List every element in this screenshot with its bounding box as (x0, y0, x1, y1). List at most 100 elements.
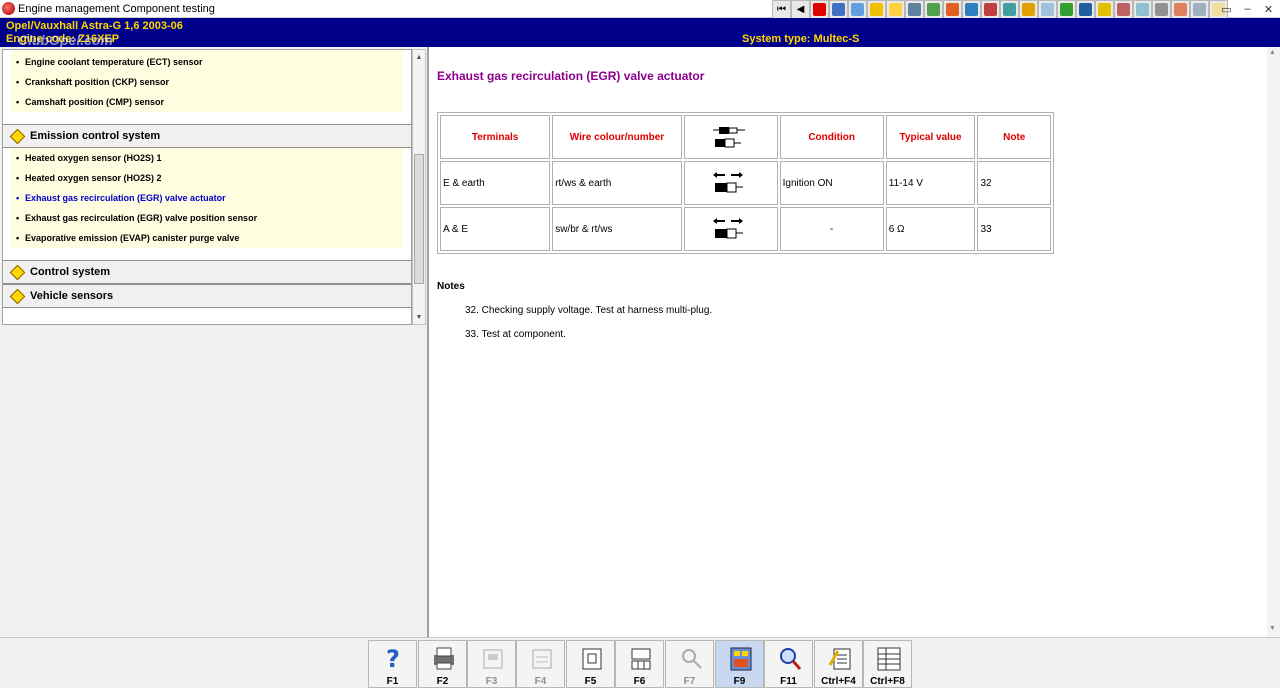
component-test-icon (730, 647, 752, 671)
ctrl-f8-list-button[interactable]: Ctrl+F8 (863, 640, 912, 688)
list-icon (877, 647, 901, 671)
f9-component-test-button[interactable]: F9 (715, 640, 764, 688)
f3-connector-button[interactable]: F3 (467, 640, 516, 688)
tree-item-evap-purge-valve[interactable]: • Evaporative emission (EVAP) canister pu… (16, 233, 239, 243)
bullet-icon: • (16, 97, 20, 107)
brakes-icon[interactable] (1019, 0, 1038, 19)
f7-probe-button[interactable]: F7 (665, 640, 714, 688)
lighting-icon[interactable] (1114, 0, 1133, 19)
emission-list: • Heated oxygen sensor (HO2S) 1 • Heated o… (11, 148, 403, 248)
scroll-down-icon[interactable]: ▼ (1269, 625, 1276, 632)
note-item: 32. Checking supply voltage. Test at har… (465, 305, 713, 316)
vehicle-model: Opel/Vauxhall Astra-G 1,6 2003-06 (6, 20, 183, 32)
wiring-icon[interactable] (943, 0, 962, 19)
col-connection-icon (683, 115, 778, 159)
ctrl-f4-notes-button[interactable]: Ctrl+F4 (814, 640, 863, 688)
timing-icon[interactable] (962, 0, 981, 19)
col-terminals: Terminals (440, 115, 551, 159)
fuel-icon[interactable] (1057, 0, 1076, 19)
tree-scrollbar[interactable]: ▲ ▼ (412, 49, 426, 325)
close-icon[interactable]: ✕ (1258, 0, 1279, 18)
group-vehicle-sensors[interactable]: Vehicle sensors (3, 284, 411, 308)
title-bar: Engine management Component testing ⏮ ◀ … (0, 0, 1280, 19)
tree-item-label: Camshaft position (CMP) sensor (25, 97, 165, 107)
warning-icon[interactable] (810, 0, 829, 19)
note-item: 33. Test at component. (465, 329, 566, 340)
service-icon[interactable] (867, 0, 886, 19)
scroll-thumb[interactable] (414, 154, 424, 284)
tyre-icon[interactable] (905, 0, 924, 19)
safety-icon[interactable] (1171, 0, 1190, 19)
notes-title: Notes (437, 281, 465, 292)
tree-item-ckp-sensor[interactable]: • Crankshaft position (CKP) sensor (16, 77, 169, 87)
scroll-down-icon[interactable]: ▼ (413, 312, 425, 324)
previous-page-icon[interactable]: ◀ (791, 0, 810, 19)
component-test-table: Terminals Wire colour/number Condition T… (437, 112, 1054, 254)
diagnostics-icon[interactable] (924, 0, 943, 19)
cell-value: 11-14 V (885, 161, 976, 205)
scroll-up-icon[interactable]: ▲ (1269, 49, 1276, 56)
f2-print-button[interactable]: F2 (418, 640, 467, 688)
fkey-label: F6 (633, 676, 646, 687)
bullet-icon: • (16, 77, 20, 87)
system-type: System type: Multec-S (742, 33, 860, 45)
group-label: Emission control system (30, 130, 161, 142)
scroll-up-icon[interactable]: ▲ (413, 52, 425, 64)
connector-measure-icon (712, 172, 743, 193)
collapsed-folder-icon (9, 264, 26, 281)
suspension-icon[interactable] (1133, 0, 1152, 19)
col-wire-colour: Wire colour/number (552, 115, 682, 159)
tree-item-egr-position-sensor[interactable]: • Exhaust gas recirculation (EGR) valve p… (16, 213, 258, 223)
minimize-icon[interactable]: – (1237, 0, 1258, 18)
fkey-label: Ctrl+F4 (821, 676, 856, 687)
content-scrollbar[interactable]: ▲ ▼ (1267, 47, 1280, 637)
f6-pin-data-button[interactable]: F6 (615, 640, 664, 688)
tree-item-ho2s-1[interactable]: • Heated oxygen sensor (HO2S) 1 (16, 153, 162, 163)
tree-item-ect-sensor[interactable]: • Engine coolant temperature (ECT) sensor (16, 57, 203, 67)
technical-data-icon[interactable] (829, 0, 848, 19)
group-emission-control[interactable]: Emission control system (3, 124, 411, 148)
watermark-logo: ClubOpel.com (18, 32, 113, 48)
svg-text:?: ? (386, 645, 400, 673)
electrical-icon[interactable] (886, 0, 905, 19)
tree-item-label: Exhaust gas recirculation (EGR) valve ac… (25, 193, 226, 203)
collapsed-folder-icon (9, 288, 26, 305)
fkey-label: F1 (386, 676, 399, 687)
tree-item-cmp-sensor[interactable]: • Camshaft position (CMP) sensor (16, 97, 165, 107)
adjustment-icon[interactable] (848, 0, 867, 19)
restore-icon[interactable]: ▭ (1216, 0, 1237, 18)
content-pane: Exhaust gas recirculation (EGR) valve ac… (427, 47, 1267, 637)
steering-icon[interactable] (1076, 0, 1095, 19)
f1-help-button[interactable]: ? F1 (368, 640, 417, 688)
navigation-panel: • Engine coolant temperature (ECT) sensor… (0, 47, 427, 637)
component-location-icon (582, 648, 602, 670)
f5-component-location-button[interactable]: F5 (566, 640, 615, 688)
body-icon[interactable] (1095, 0, 1114, 19)
f11-search-button[interactable]: F11 (764, 640, 813, 688)
engine-icon[interactable] (1000, 0, 1019, 19)
settings-icon[interactable] (1152, 0, 1171, 19)
cell-terminals: A & E (440, 207, 551, 251)
f4-connector-data-button[interactable]: F4 (516, 640, 565, 688)
cell-note: 33 (977, 207, 1051, 251)
first-page-icon[interactable]: ⏮ (772, 0, 791, 19)
toolbar: ⏮ ◀ (772, 0, 1228, 19)
connector-icon (483, 649, 503, 669)
cell-connection (683, 161, 778, 205)
tree-item-egr-actuator[interactable]: • Exhaust gas recirculation (EGR) valve a… (16, 193, 226, 203)
climate-icon[interactable] (1038, 0, 1057, 19)
group-label: Control system (30, 266, 111, 278)
cell-wire: rt/ws & earth (552, 161, 682, 205)
cell-wire: sw/br & rt/ws (552, 207, 682, 251)
probe-icon (682, 649, 702, 669)
repair-times-icon[interactable] (981, 0, 1000, 19)
cell-note: 32 (977, 161, 1051, 205)
tree-item-label: Exhaust gas recirculation (EGR) valve po… (25, 213, 258, 223)
search-icon (780, 648, 802, 670)
tree-item-ho2s-2[interactable]: • Heated oxygen sensor (HO2S) 2 (16, 173, 162, 183)
cell-value: 6 Ω (885, 207, 976, 251)
bullet-icon: • (16, 173, 20, 183)
group-control-system[interactable]: Control system (3, 260, 411, 284)
fkey-label: F7 (683, 676, 696, 687)
keys-icon[interactable] (1190, 0, 1209, 19)
